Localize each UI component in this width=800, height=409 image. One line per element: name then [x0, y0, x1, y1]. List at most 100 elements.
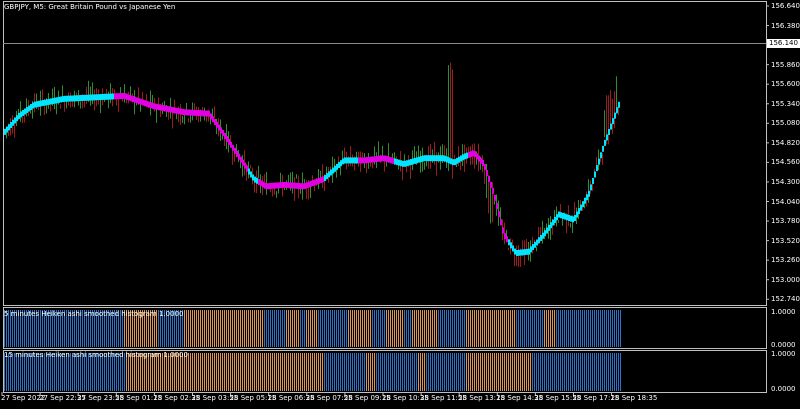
histogram-5m-bar	[398, 310, 399, 347]
histogram-5m-bar	[320, 310, 321, 347]
ha-smoothed-bar	[516, 249, 518, 256]
price-axis-label: 153.260	[771, 256, 800, 265]
histogram-15m-bar	[302, 353, 303, 391]
ha-smoothed-bar	[380, 155, 382, 162]
ha-smoothed-bar	[100, 94, 102, 101]
ha-smoothed-bar	[96, 94, 98, 101]
ha-smoothed-bar	[544, 230, 546, 237]
price-axis-label: 154.560	[771, 158, 800, 167]
histogram-15m-bar	[292, 353, 293, 391]
ha-smoothed-bar	[148, 101, 150, 108]
histogram-5m-bar	[238, 310, 239, 347]
ha-smoothed-bar	[146, 100, 148, 107]
ha-smoothed-bar	[308, 181, 310, 188]
ha-smoothed-bar	[606, 134, 608, 141]
ha-smoothed-bar	[30, 104, 32, 111]
ha-smoothed-bar	[158, 104, 160, 111]
histogram-15m-bar	[614, 353, 615, 391]
ha-smoothed-bar	[608, 128, 610, 135]
histogram-5m-bar	[478, 310, 479, 347]
ha-smoothed-bar	[54, 97, 56, 104]
histogram-15m-bar	[198, 353, 199, 391]
ha-smoothed-bar	[130, 95, 132, 102]
histogram-15m-bar	[478, 353, 479, 391]
ha-smoothed-bar	[528, 248, 530, 255]
ha-smoothed-bar	[418, 156, 420, 163]
ha-smoothed-bar	[584, 197, 586, 204]
histogram-15m-bar	[290, 353, 291, 391]
histogram-5m-bar	[248, 310, 249, 347]
histogram-5m-bar	[198, 310, 199, 347]
histogram-5m-bar	[264, 310, 265, 347]
ha-smoothed-bar	[416, 157, 418, 164]
histogram-15m-bar	[246, 353, 247, 391]
histogram-15m-bar	[306, 353, 307, 391]
ha-smoothed-bar	[508, 239, 510, 246]
histogram-15m-bar	[484, 353, 485, 391]
ha-smoothed-bar	[420, 156, 422, 163]
histogram-5m-bar	[522, 310, 523, 347]
histogram-5m-bar	[588, 310, 589, 347]
histogram-15m-bar	[388, 353, 389, 391]
ha-smoothed-bar	[34, 101, 36, 108]
histogram-5m-bar	[510, 310, 511, 347]
ha-smoothed-bar	[138, 98, 140, 105]
ha-smoothed-bar	[318, 177, 320, 184]
histogram-15m-bar	[452, 353, 453, 391]
ha-smoothed-bar	[496, 203, 498, 210]
price-axis-label: 153.520	[771, 236, 800, 245]
histogram-5m-bar	[242, 310, 243, 347]
histogram-5m-bar	[406, 310, 407, 347]
ha-smoothed-bar	[534, 241, 536, 248]
indicator-axis-label: 0.0000	[771, 341, 796, 349]
histogram-15m-bar	[548, 353, 549, 391]
ha-smoothed-bar	[266, 183, 268, 190]
ha-smoothed-bar	[116, 93, 118, 100]
histogram-15m-bar	[220, 353, 221, 391]
ha-smoothed-bar	[312, 180, 314, 187]
trading-chart[interactable]: GBPJPY, M5: Great Britain Pound vs Japan…	[0, 0, 800, 405]
ha-smoothed-bar	[484, 164, 486, 171]
histogram-5m-bar	[294, 310, 295, 347]
ha-smoothed-bar	[578, 208, 580, 215]
chart-canvas[interactable]	[0, 0, 800, 405]
ha-smoothed-bar	[178, 108, 180, 115]
histogram-15m-bar	[536, 353, 537, 391]
histogram-15m-bar	[550, 353, 551, 391]
histogram-15m-bar	[430, 353, 431, 391]
histogram-15m-bar	[602, 353, 603, 391]
ha-smoothed-bar	[456, 157, 458, 164]
ha-smoothed-bar	[254, 176, 256, 183]
histogram-15m-bar	[512, 353, 513, 391]
histogram-5m-bar	[576, 310, 577, 347]
histogram-5m-bar	[550, 310, 551, 347]
ha-smoothed-bar	[236, 150, 238, 157]
histogram-15m-bar	[542, 353, 543, 391]
histogram-5m-bar	[292, 310, 293, 347]
ha-smoothed-bar	[582, 201, 584, 208]
histogram-15m-bar	[216, 353, 217, 391]
histogram-15m-bar	[240, 353, 241, 391]
histogram-5m-bar	[372, 310, 373, 347]
histogram-15m-bar	[546, 353, 547, 391]
histogram-5m-bar	[518, 310, 519, 347]
histogram-15m-bar	[284, 353, 285, 391]
ha-smoothed-bar	[502, 227, 504, 234]
histogram-5m-bar	[530, 310, 531, 347]
histogram-5m-bar	[290, 310, 291, 347]
histogram-5m-bar	[498, 310, 499, 347]
ha-smoothed-bar	[262, 181, 264, 188]
histogram-5m-bar	[600, 310, 601, 347]
histogram-5m-bar	[606, 310, 607, 347]
histogram-15m-bar	[346, 353, 347, 391]
ha-smoothed-bar	[124, 93, 126, 100]
ha-smoothed-bar	[514, 248, 516, 255]
histogram-5m-bar	[256, 310, 257, 347]
histogram-5m-bar	[228, 310, 229, 347]
histogram-15m-bar	[516, 353, 517, 391]
ha-smoothed-bar	[82, 94, 84, 101]
histogram-5m-bar	[316, 310, 317, 347]
histogram-5m-bar	[592, 310, 593, 347]
histogram-5m-bar	[512, 310, 513, 347]
ha-smoothed-bar	[132, 96, 134, 103]
